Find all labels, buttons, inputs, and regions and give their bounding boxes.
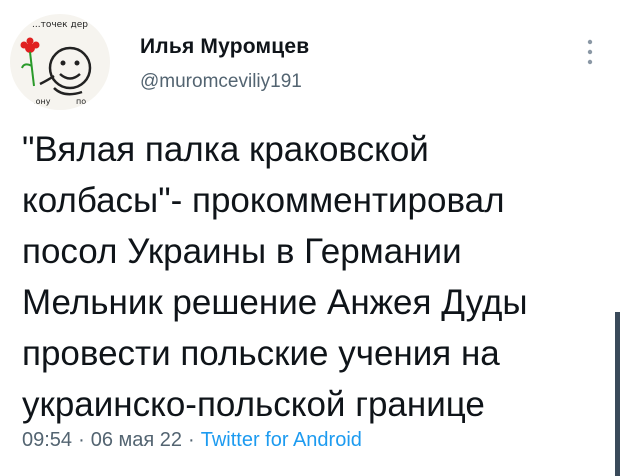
user-handle[interactable]: @muromceviliy191 bbox=[140, 70, 309, 94]
tweet-text-line: "Вялая палка краковской bbox=[22, 130, 429, 169]
more-options-button[interactable] bbox=[586, 38, 594, 68]
tweet-text-line: колбасы"- прокомментировал bbox=[22, 181, 505, 220]
tweet-text: "Вялая палка краковской колбасы"- проком… bbox=[22, 124, 612, 430]
avatar-top-text: ...точек дер bbox=[32, 20, 88, 30]
scrollbar-thumb[interactable] bbox=[615, 312, 620, 476]
meta-separator: · bbox=[78, 429, 85, 451]
tweet-header: ...точек дер ...ону по... Илья Муромцев … bbox=[10, 14, 610, 110]
tweet-time[interactable]: 09:54 bbox=[22, 429, 72, 451]
avatar-bottom-left-text: ...ону bbox=[28, 97, 51, 106]
tweet-text-line: Мельник решение Анжея Дуды bbox=[22, 283, 528, 322]
display-name[interactable]: Илья Муромцев bbox=[140, 34, 309, 60]
tweet-text-line: украинско-польской границе bbox=[22, 385, 485, 424]
avatar-bottom-right-text: по... bbox=[76, 97, 94, 106]
tweet-text-line: посол Украины в Германии bbox=[22, 232, 462, 271]
meta-separator: · bbox=[188, 429, 195, 451]
tweet-date[interactable]: 06 мая 22 bbox=[91, 429, 182, 451]
tweet-meta: 09:54 · 06 мая 22 · Twitter for Android bbox=[22, 427, 362, 453]
avatar[interactable]: ...точек дер ...ону по... bbox=[10, 14, 110, 110]
tweet-text-line: провести польские учения на bbox=[22, 334, 500, 373]
avatar-drawing-icon: ...точек дер ...ону по... bbox=[20, 20, 94, 106]
more-vertical-icon bbox=[587, 39, 593, 65]
tweet-card: ...точек дер ...ону по... Илья Муромцев … bbox=[0, 0, 620, 476]
author-info: Илья Муромцев @muromceviliy191 bbox=[140, 34, 309, 94]
tweet-source-link[interactable]: Twitter for Android bbox=[201, 429, 362, 451]
